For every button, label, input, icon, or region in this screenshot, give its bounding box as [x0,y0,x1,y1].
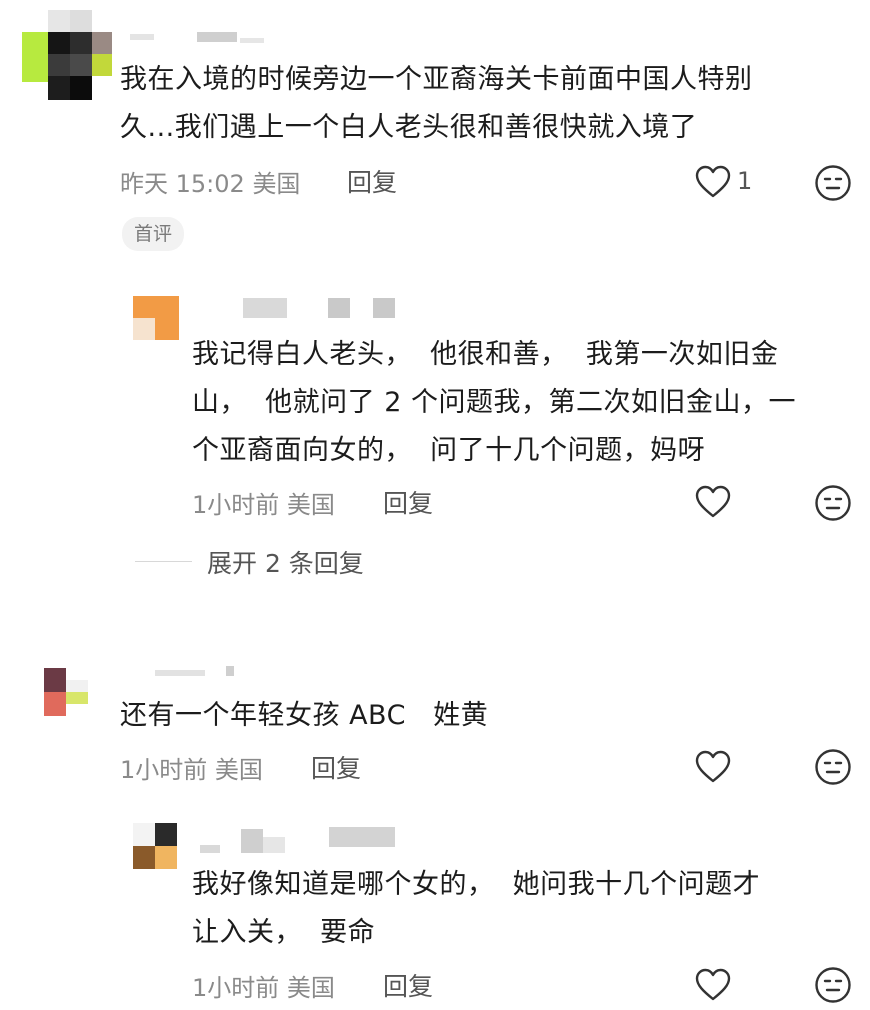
reply-comment-2: 我好像知道是哪个女的， 她问我十几个问题才 让入关， 要命 1小时前 美国 回复 [0,815,870,1010]
comment-text-line-2: 久...我们遇上一个白人老头很和善很快就入境了 [120,112,698,143]
comment-text-line-1: 我在入境的时候旁边一个亚裔海关卡前面中国人特别 [120,64,753,95]
timestamp: 1小时前 [120,756,208,784]
comment-text-line-2: 山， 他就问了 2 个问题我，第二次如旧金山，一 [192,387,797,418]
comment-text-line-1: 我记得白人老头， 他很和善， 我第一次如旧金 [192,339,779,370]
heart-icon[interactable] [695,750,731,784]
username-blurred-3 [263,837,285,853]
reply-button[interactable]: 回复 [383,484,433,520]
username-blurred-2 [197,32,237,42]
heart-icon[interactable] [695,968,731,1002]
username-blurred[interactable] [200,845,220,853]
avatar[interactable] [133,296,179,340]
expand-replies-button[interactable]: 展开 2 条回复 [207,544,364,580]
username-blurred-2 [241,829,263,853]
reply-button[interactable]: 回复 [311,749,361,785]
heart-icon[interactable] [695,485,731,519]
comment-text-line-1: 我好像知道是哪个女的， 她问我十几个问题才 [192,869,761,900]
heart-icon [695,165,731,198]
comment-time: 1小时前 美国 [192,968,335,1003]
like-count: 1 [737,167,753,195]
username-blurred-4 [329,827,395,847]
comment-time: 昨天 15:02 美国 [120,164,300,199]
dislike-face-icon[interactable] [814,748,852,786]
reply-button[interactable]: 回复 [347,163,397,199]
username-blurred[interactable] [155,670,205,676]
username-blurred-2 [328,298,350,318]
username-blurred[interactable] [243,298,287,318]
expand-divider [135,561,192,562]
username-blurred-3 [240,38,264,43]
like-button[interactable]: 1 [695,165,765,201]
reply-comment-1: 我记得白人老头， 他很和善， 我第一次如旧金 山， 他就问了 2 个问题我，第二… [0,280,870,600]
timestamp: 1小时前 [192,974,280,1002]
timestamp: 1小时前 [192,491,280,519]
dislike-face-icon[interactable] [814,484,852,522]
reply-button[interactable]: 回复 [383,967,433,1003]
comment-text-line-1: 还有一个年轻女孩 ABC 姓黄 [120,700,489,731]
avatar[interactable] [22,10,112,102]
username-blurred[interactable] [130,34,154,40]
timestamp: 昨天 15:02 [120,170,245,198]
first-comment-badge: 首评 [122,217,185,251]
dislike-face-icon[interactable] [814,164,852,202]
dislike-face-icon[interactable] [814,966,852,1004]
location: 美国 [252,170,301,198]
username-blurred-3 [373,298,395,318]
comment-time: 1小时前 美国 [120,750,263,785]
username-blurred-2 [226,666,234,676]
comment-time: 1小时前 美国 [192,485,335,520]
location: 美国 [286,491,335,519]
avatar[interactable] [133,823,177,869]
location: 美国 [214,756,263,784]
comment-1: 我在入境的时候旁边一个亚裔海关卡前面中国人特别 久...我们遇上一个白人老头很和… [0,0,870,270]
comment-2: 还有一个年轻女孩 ABC 姓黄 1小时前 美国 回复 [0,660,870,800]
comment-text-line-2: 让入关， 要命 [192,917,376,948]
avatar[interactable] [44,668,88,716]
comment-text-line-3: 个亚裔面向女的， 问了十几个问题，妈呀 [192,435,706,466]
location: 美国 [286,974,335,1002]
